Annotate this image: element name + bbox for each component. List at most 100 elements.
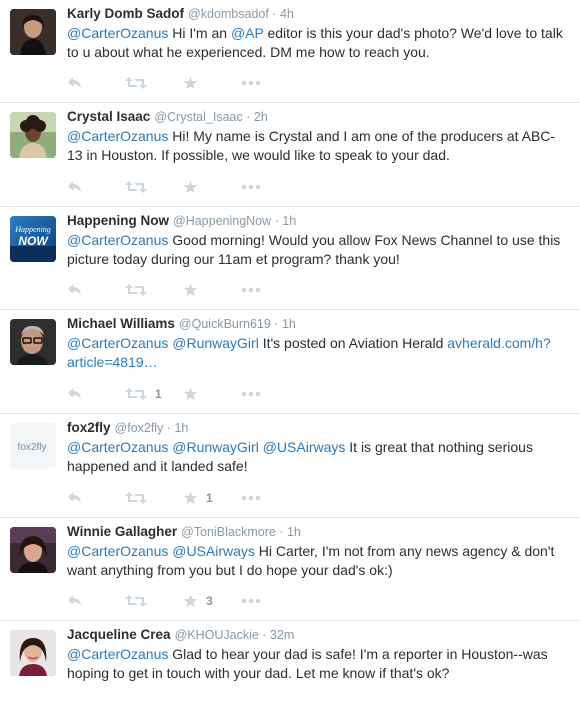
favorite-icon (183, 387, 198, 401)
retweet-button[interactable] (125, 179, 183, 195)
timestamp[interactable]: 4h (280, 7, 294, 21)
mention-link[interactable]: @RunwayGirl (172, 439, 259, 455)
favorite-button[interactable]: 1 (183, 490, 241, 506)
username[interactable]: @QuickBurn619 (179, 317, 271, 331)
reply-icon (67, 180, 83, 194)
mention-link[interactable]: @CarterOzanus (67, 335, 168, 351)
tweet-text: @CarterOzanus @USAirways Hi Carter, I'm … (67, 542, 570, 580)
tweet-text: @CarterOzanus Hi I'm an @AP editor is th… (67, 24, 570, 62)
tweet-item[interactable]: Winnie Gallagher @ToniBlackmore · 1h @Car… (0, 518, 580, 621)
more-button[interactable] (241, 593, 281, 609)
mention-link[interactable]: @USAirways (172, 543, 255, 559)
avatar[interactable]: Happening NOW (10, 216, 56, 262)
avatar[interactable] (10, 319, 56, 365)
tweet-text-segment: Hi I'm an (168, 25, 231, 41)
tweet-actions (67, 179, 281, 195)
username[interactable]: @KHOUJackie (175, 628, 259, 642)
avatar[interactable] (10, 527, 56, 573)
reply-icon (67, 491, 83, 505)
more-button[interactable] (241, 490, 281, 506)
avatar[interactable] (10, 9, 56, 55)
more-icon (241, 495, 261, 501)
retweet-count: 1 (155, 387, 162, 401)
retweet-button[interactable] (125, 490, 183, 506)
fullname[interactable]: Happening Now (67, 213, 169, 228)
tweet-actions (67, 282, 281, 298)
mention-link[interactable]: @CarterOzanus (67, 232, 168, 248)
mention-link[interactable]: @RunwayGirl (172, 335, 259, 351)
timestamp[interactable]: 1h (282, 214, 296, 228)
username[interactable]: @HappeningNow (173, 214, 271, 228)
username[interactable]: @fox2fly (115, 421, 164, 435)
timestamp[interactable]: 1h (287, 525, 301, 539)
mention-link[interactable]: @CarterOzanus (67, 25, 168, 41)
favorite-count: 1 (206, 491, 213, 505)
separator: · (163, 421, 175, 435)
reply-button[interactable] (67, 593, 125, 609)
more-icon (241, 287, 261, 293)
retweet-button[interactable] (125, 593, 183, 609)
fullname[interactable]: Karly Domb Sadof (67, 6, 184, 21)
favorite-icon (183, 76, 198, 90)
reply-button[interactable] (67, 386, 125, 402)
retweet-button[interactable] (125, 75, 183, 91)
favorite-button[interactable] (183, 179, 241, 195)
tweet-text: @CarterOzanus Good morning! Would you al… (67, 231, 570, 269)
mention-link[interactable]: @CarterOzanus (67, 543, 168, 559)
favorite-button[interactable] (183, 75, 241, 91)
retweet-icon (125, 76, 147, 90)
mention-link[interactable]: @AP (231, 25, 264, 41)
username[interactable]: @kdombsadof (188, 7, 269, 21)
fullname[interactable]: Winnie Gallagher (67, 524, 177, 539)
avatar-text-fox2fly: fox2fly (18, 442, 47, 453)
retweet-button[interactable]: 1 (125, 386, 183, 402)
reply-button[interactable] (67, 75, 125, 91)
more-icon (241, 391, 261, 397)
more-icon (241, 80, 261, 86)
avatar[interactable] (10, 630, 56, 676)
timestamp[interactable]: 2h (254, 110, 268, 124)
favorite-button[interactable]: 3 (183, 593, 241, 609)
favorite-button[interactable] (183, 282, 241, 298)
tweet-item[interactable]: fox2fly fox2fly @fox2fly · 1h @CarterOzan… (0, 414, 580, 518)
mention-link[interactable]: @CarterOzanus (67, 439, 168, 455)
tweet-item[interactable]: Jacqueline Crea @KHOUJackie · 32m @Carter… (0, 621, 580, 701)
tweet-item[interactable]: Happening NOW Happening Now @HappeningNow… (0, 207, 580, 310)
tweet-actions (67, 75, 281, 91)
timestamp[interactable]: 32m (270, 628, 294, 642)
more-button[interactable] (241, 386, 281, 402)
mention-link[interactable]: @USAirways (263, 439, 346, 455)
mention-link[interactable]: @CarterOzanus (67, 646, 168, 662)
retweet-icon (125, 387, 147, 401)
retweet-button[interactable] (125, 282, 183, 298)
favorite-button[interactable] (183, 386, 241, 402)
timestamp[interactable]: 1h (174, 421, 188, 435)
favorite-icon (183, 283, 198, 297)
avatar[interactable]: fox2fly (10, 423, 56, 469)
avatar-text-now: NOW (18, 234, 49, 248)
username[interactable]: @ToniBlackmore (181, 525, 276, 539)
reply-icon (67, 594, 83, 608)
timestamp[interactable]: 1h (282, 317, 296, 331)
username[interactable]: @Crystal_Isaac (154, 110, 242, 124)
fullname[interactable]: fox2fly (67, 420, 111, 435)
avatar-text-happening: Happening (14, 225, 51, 234)
fullname[interactable]: Michael Williams (67, 316, 175, 331)
fullname[interactable]: Crystal Isaac (67, 109, 150, 124)
more-button[interactable] (241, 75, 281, 91)
tweet-text: @CarterOzanus @RunwayGirl It's posted on… (67, 334, 570, 372)
favorite-icon (183, 491, 198, 505)
mention-link[interactable]: @CarterOzanus (67, 128, 168, 144)
tweet-item[interactable]: Michael Williams @QuickBurn619 · 1h @Cart… (0, 310, 580, 414)
reply-button[interactable] (67, 282, 125, 298)
separator: · (275, 525, 287, 539)
tweet-item[interactable]: Crystal Isaac @Crystal_Isaac · 2h @Carter… (0, 103, 580, 207)
reply-button[interactable] (67, 179, 125, 195)
fullname[interactable]: Jacqueline Crea (67, 627, 171, 642)
tweet-item[interactable]: Karly Domb Sadof @kdombsadof · 4h @Carter… (0, 0, 580, 103)
avatar[interactable] (10, 112, 56, 158)
more-button[interactable] (241, 282, 281, 298)
reply-button[interactable] (67, 490, 125, 506)
more-button[interactable] (241, 179, 281, 195)
tweet-actions: 3 (67, 593, 281, 609)
